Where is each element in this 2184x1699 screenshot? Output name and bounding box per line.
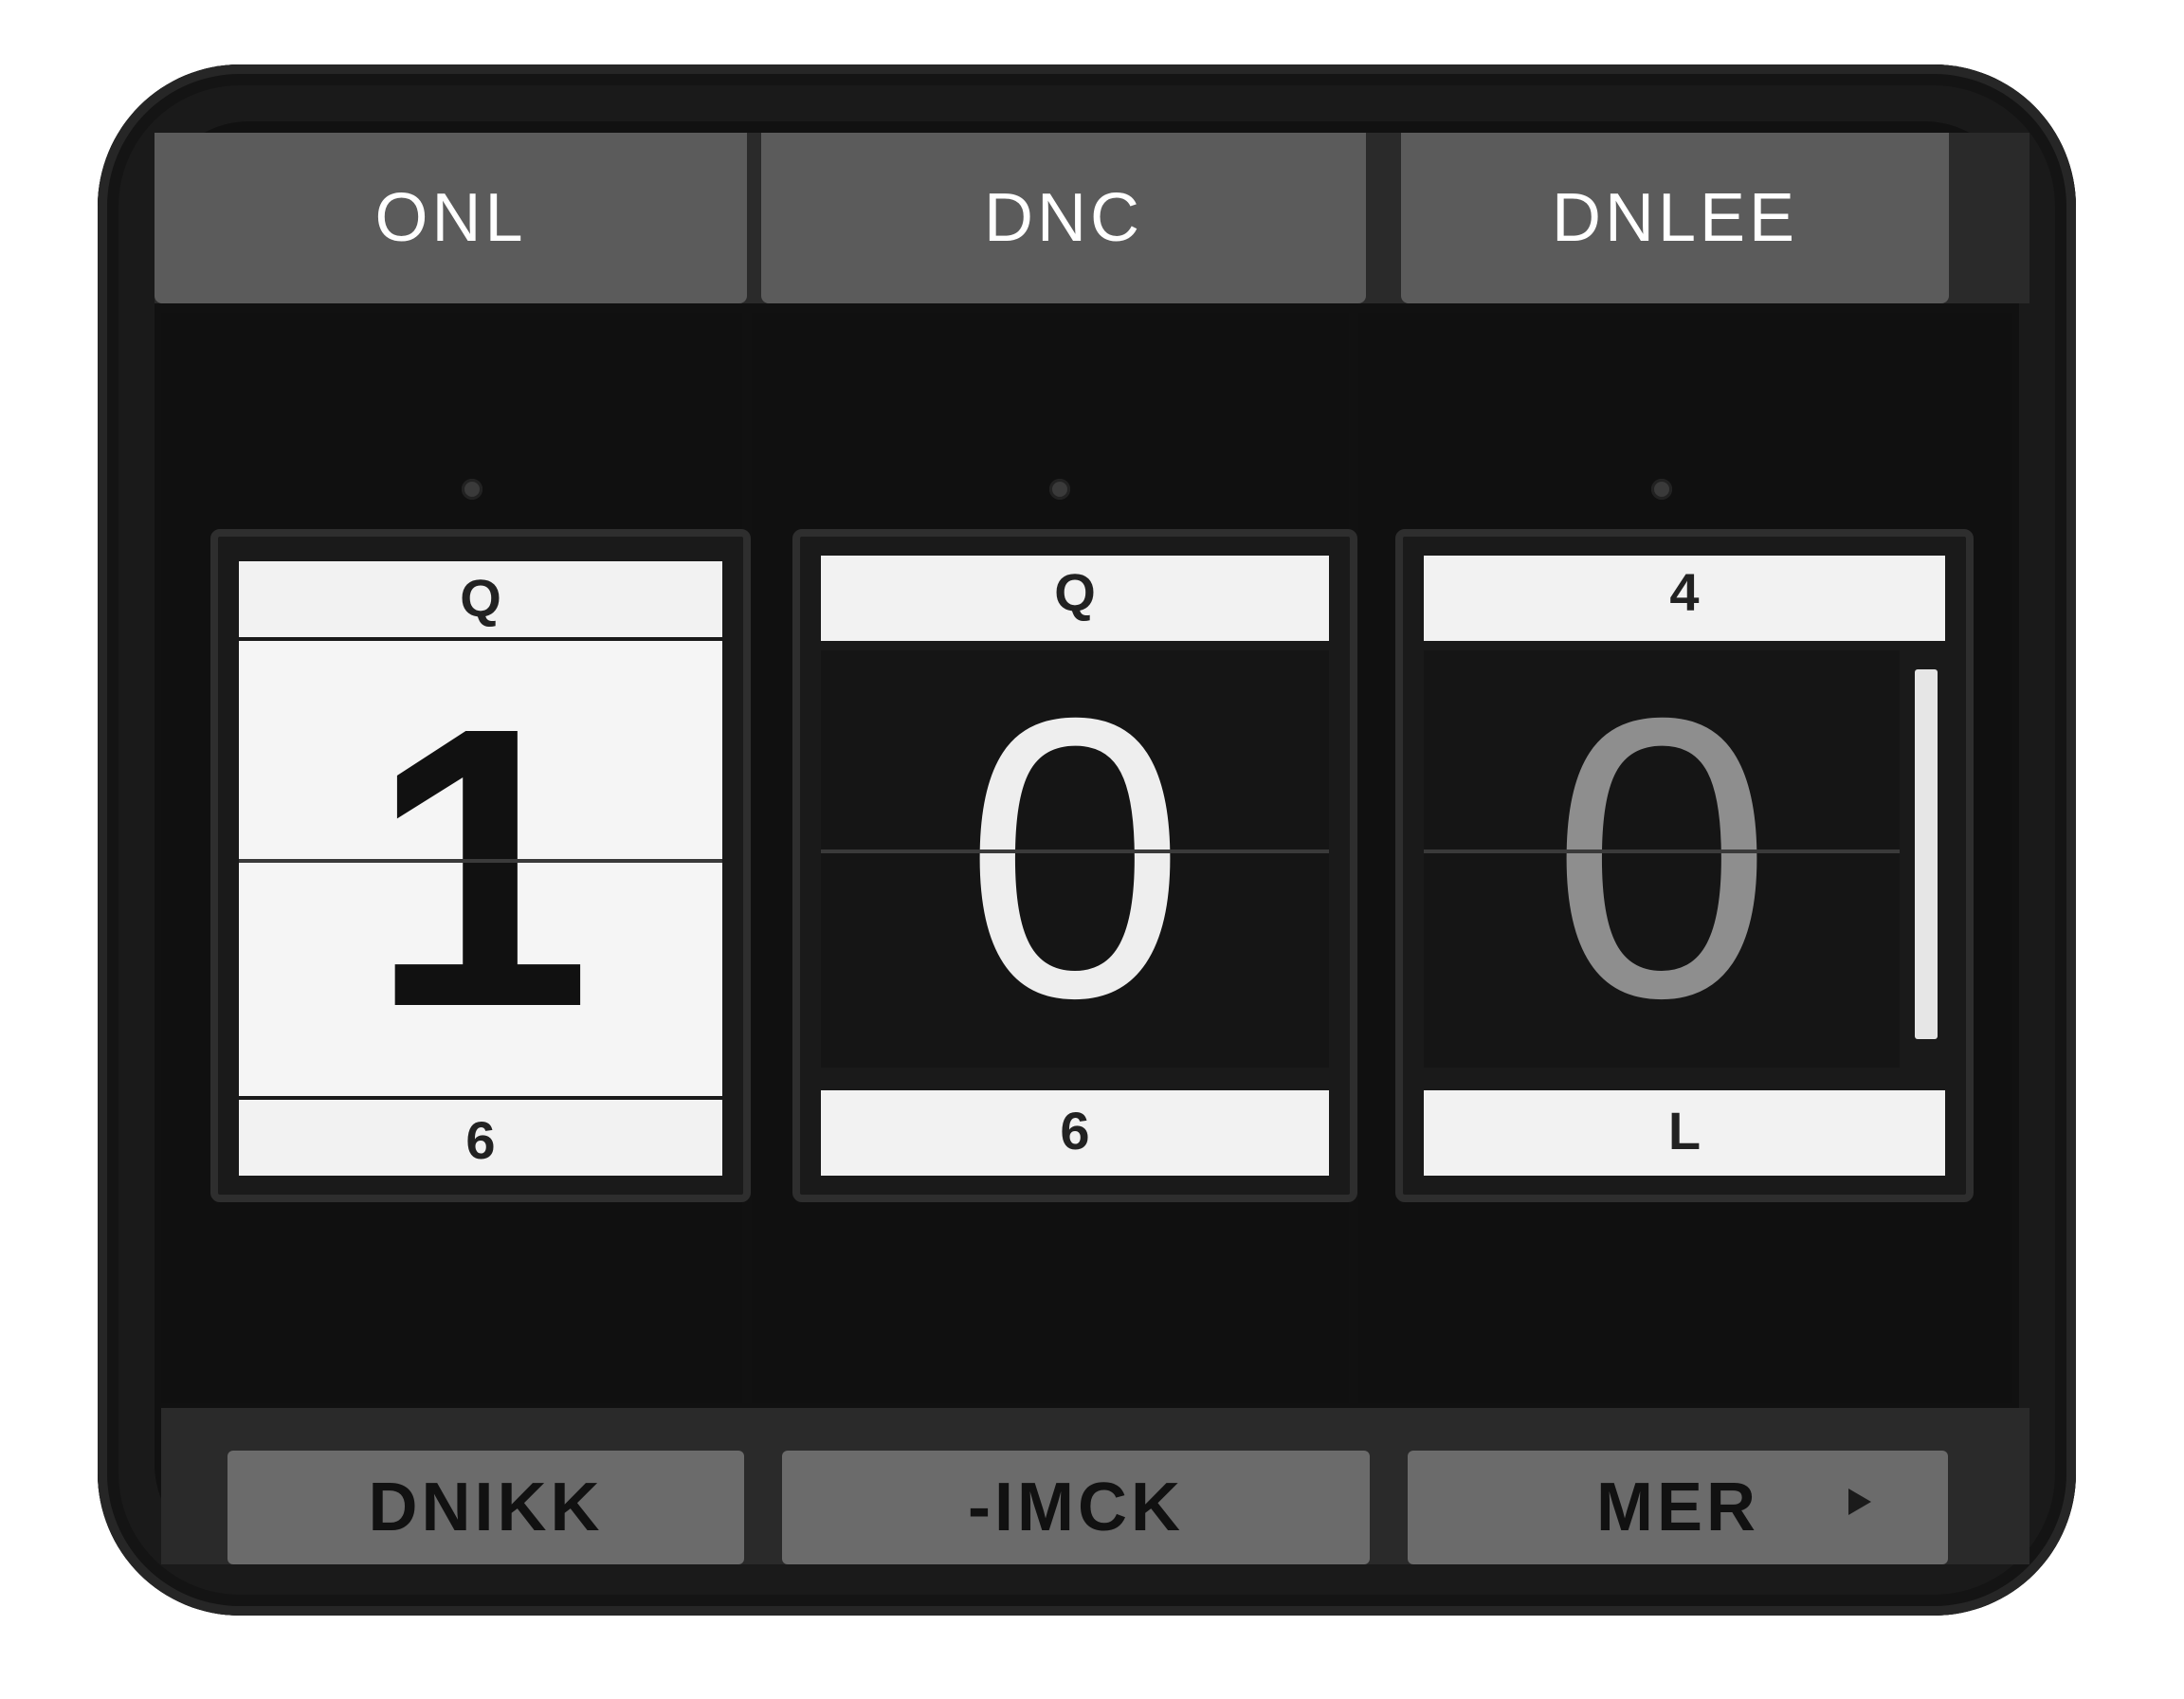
digit-ones: 0 [1551,650,1773,1068]
flap-digit-ones: 0 [1424,650,1900,1068]
pin-hundreds [462,479,482,500]
top-label-tens: DNC [761,133,1366,303]
next-digit-strip: L [1424,1090,1945,1176]
top-label-ones: DNLEE [1401,133,1949,303]
next-digit-strip: 6 [821,1090,1329,1176]
flap-split-line [821,850,1329,853]
bottom-label-hundreds[interactable]: DNIKK [228,1451,744,1564]
pin-ones [1651,479,1672,500]
top-label-band: ONL DNC DNLEE [155,133,2029,303]
pin-tens [1049,479,1070,500]
flap-split-line [1424,850,1900,853]
digit-window-tens: Q 0 6 [792,529,1357,1202]
digit-window-ones: 4 0 L [1395,529,1974,1202]
next-digit-strip: 6 [239,1100,722,1176]
flip-counter-stage: ONL DNC DNLEE Q 1 6 Q 0 6 4 0 L DNIKK -I… [0,0,2184,1699]
digit-hundreds: 1 [370,646,592,1090]
flap-digit-tens: 0 [821,650,1329,1068]
play-arrow-icon[interactable] [1848,1489,1871,1515]
side-indicator-bar [1915,669,1938,1039]
digit-tens: 0 [964,650,1186,1068]
flap-split-line [239,859,722,863]
digit-window-hundreds: Q 1 6 [210,529,751,1202]
flap-digit-hundreds: 1 [239,641,722,1096]
bottom-label-tens[interactable]: -IMCK [782,1451,1370,1564]
prev-digit-strip: 4 [1424,556,1945,641]
top-label-hundreds: ONL [155,133,747,303]
prev-digit-strip: Q [239,561,722,637]
bottom-label-band: DNIKK -IMCK MER [161,1408,2029,1564]
prev-digit-strip: Q [821,556,1329,641]
